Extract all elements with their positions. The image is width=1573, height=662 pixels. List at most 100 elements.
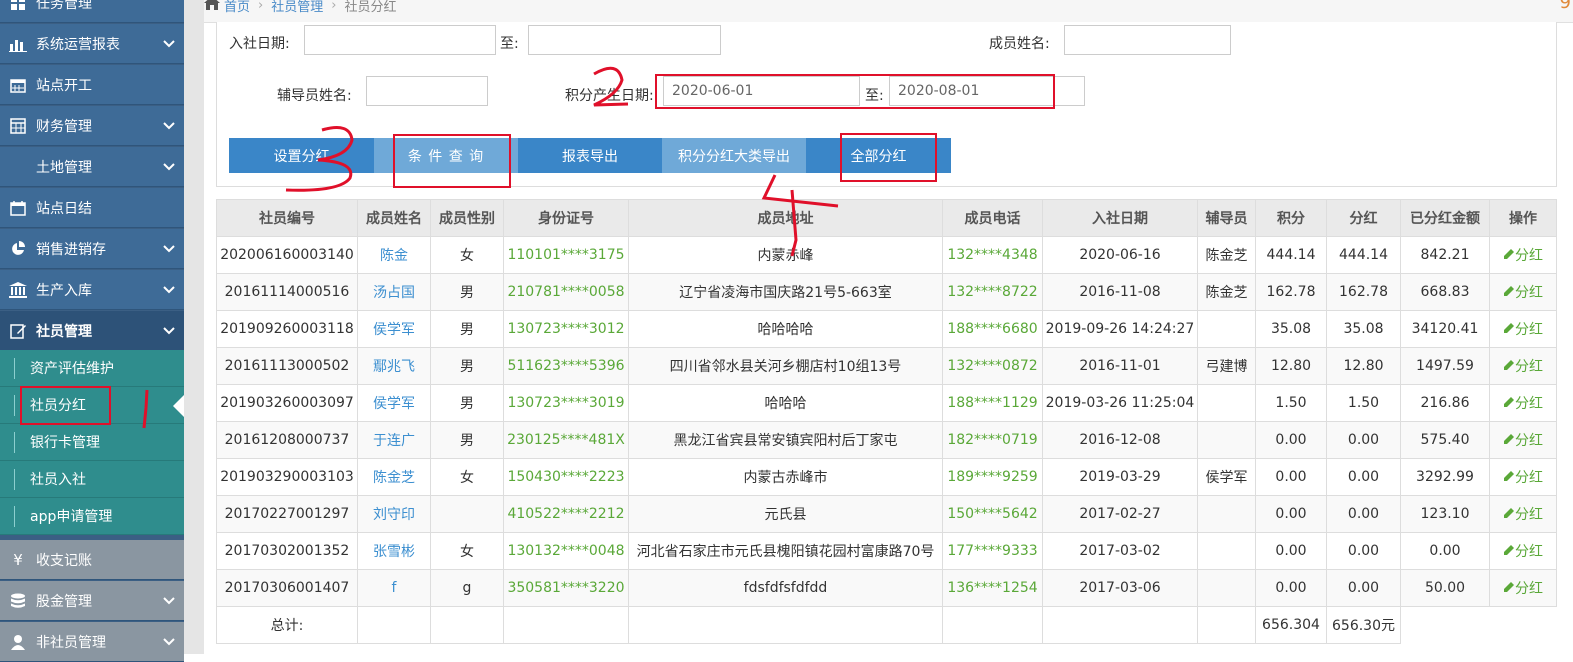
sidebar-item-label: 收支记账 bbox=[36, 552, 92, 569]
dividend-cell: 0.00 bbox=[1326, 458, 1401, 496]
breadcrumb-separator: › bbox=[331, 0, 337, 13]
sidebar-item-label: 系统运营报表 bbox=[36, 36, 120, 53]
dividend-action-link[interactable]: 分红 bbox=[1489, 310, 1557, 348]
member-id-cell: 20170302001352 bbox=[216, 532, 358, 570]
column-header: 成员性别 bbox=[430, 199, 504, 237]
member-name-link[interactable]: 于连广 bbox=[357, 421, 431, 459]
member-name-link[interactable]: 陈金 bbox=[357, 236, 431, 274]
dividend-cell: 0.00 bbox=[1326, 495, 1401, 533]
sidebar-item-label: 销售进销存 bbox=[36, 241, 106, 258]
member-name-link[interactable]: 陈金芝 bbox=[357, 458, 431, 496]
phone-cell: 132****4348 bbox=[942, 236, 1043, 274]
annotation-box-2 bbox=[655, 74, 1055, 109]
total-points: 656.304 bbox=[1255, 606, 1327, 644]
address-cell: 内蒙古赤峰市 bbox=[628, 458, 943, 496]
dividend-table: 社员编号 成员姓名 成员性别 身份证号 成员地址 成员电话 入社日期 辅导员 积分 分红 已分红金额… bbox=[216, 199, 1557, 644]
join-date-from-input[interactable] bbox=[304, 25, 496, 55]
tutor-cell: 弓建博 bbox=[1197, 347, 1256, 385]
sidebar-item-daily[interactable]: 站点日结 bbox=[0, 188, 184, 228]
paid-amount-cell: 3292.99 bbox=[1400, 458, 1490, 496]
dividend-action-link[interactable]: 分红 bbox=[1489, 421, 1557, 459]
tutor-cell bbox=[1197, 495, 1256, 533]
empty-cell bbox=[357, 606, 431, 644]
sidebar-item-task[interactable]: 任务管理 bbox=[0, 0, 184, 23]
column-header: 成员地址 bbox=[628, 199, 943, 237]
pencil-icon bbox=[1503, 248, 1515, 264]
sidebar-sub-item-label: app申请管理 bbox=[30, 509, 113, 525]
gender-cell: 男 bbox=[430, 273, 504, 311]
join-date-cell: 2016-11-01 bbox=[1042, 347, 1198, 385]
gender-cell: 女 bbox=[430, 458, 504, 496]
table-row: 20170306001407 f g 350581****3220 fdsfdfsfdf… bbox=[216, 569, 1557, 607]
phone-cell: 189****9259 bbox=[942, 458, 1043, 496]
member-name-link[interactable]: 鄢兆飞 bbox=[357, 347, 431, 385]
yen-icon: ¥ bbox=[13, 550, 23, 569]
sidebar-item-finance[interactable]: 财务管理 bbox=[0, 106, 184, 146]
sidebar-item-members[interactable]: 社员管理 bbox=[0, 311, 184, 351]
sidebar-item-shares[interactable]: 股金管理 bbox=[0, 581, 184, 621]
sidebar-sub-item-join[interactable]: 社员入社 bbox=[0, 461, 184, 498]
tutor-name-input[interactable] bbox=[366, 76, 488, 106]
dividend-action-link[interactable]: 分红 bbox=[1489, 495, 1557, 533]
tutor-cell bbox=[1197, 384, 1256, 422]
member-name-link[interactable]: 刘守印 bbox=[357, 495, 431, 533]
chevron-down-icon bbox=[154, 244, 184, 253]
dividend-action-link[interactable]: 分红 bbox=[1489, 384, 1557, 422]
dividend-action-link[interactable]: 分红 bbox=[1489, 273, 1557, 311]
join-date-to-input[interactable] bbox=[528, 25, 721, 55]
tutor-name-label: 辅导员姓名: bbox=[277, 88, 352, 104]
sidebar-item-nonmembers[interactable]: 非社员管理 bbox=[0, 622, 184, 662]
dividend-action-link[interactable]: 分红 bbox=[1489, 347, 1557, 385]
member-name-link[interactable]: 汤占国 bbox=[357, 273, 431, 311]
home-icon[interactable] bbox=[204, 0, 220, 14]
member-name-input[interactable] bbox=[1064, 25, 1231, 55]
sidebar-item-report[interactable]: 系统运营报表 bbox=[0, 24, 184, 64]
dividend-action-link[interactable]: 分红 bbox=[1489, 458, 1557, 496]
sidebar-item-label: 任务管理 bbox=[36, 0, 92, 12]
tutor-cell bbox=[1197, 569, 1256, 607]
sidebar-item-land[interactable]: 土地管理 bbox=[0, 147, 184, 187]
sidebar-sub-item-asset[interactable]: 资产评估维护 bbox=[0, 350, 184, 387]
address-cell: 四川省邻水县关河乡棚店村10组13号 bbox=[628, 347, 943, 385]
sidebar-sub-item-app[interactable]: app申请管理 bbox=[0, 498, 184, 535]
database-icon bbox=[0, 593, 36, 609]
sidebar-sub-item-bankcard[interactable]: 银行卡管理 bbox=[0, 424, 184, 461]
dividend-cell: 12.80 bbox=[1326, 347, 1401, 385]
sidebar-item-accounting[interactable]: ¥ 收支记账 bbox=[0, 540, 184, 580]
address-cell: 内蒙赤峰 bbox=[628, 236, 943, 274]
member-name-link[interactable]: 侯学军 bbox=[357, 310, 431, 348]
breadcrumb-home-link[interactable]: 首页 bbox=[224, 0, 250, 15]
dividend-action-link[interactable]: 分红 bbox=[1489, 569, 1557, 607]
dividend-cell: 444.14 bbox=[1326, 236, 1401, 274]
export-report-button[interactable]: 报表导出 bbox=[518, 138, 662, 173]
join-date-cell: 2017-02-27 bbox=[1042, 495, 1198, 533]
dividend-action-link[interactable]: 分红 bbox=[1489, 236, 1557, 274]
annotation-box-3 bbox=[393, 134, 511, 188]
member-name-link[interactable]: f bbox=[357, 569, 431, 607]
dividend-action-link[interactable]: 分红 bbox=[1489, 532, 1557, 570]
column-header: 社员编号 bbox=[216, 199, 358, 237]
sidebar-item-site-start[interactable]: 站点开工 bbox=[0, 65, 184, 105]
member-name-link[interactable]: 侯学军 bbox=[357, 384, 431, 422]
sidebar-item-sales[interactable]: 销售进销存 bbox=[0, 229, 184, 269]
pencil-icon bbox=[1503, 396, 1515, 412]
pencil-icon bbox=[1503, 470, 1515, 486]
chevron-down-icon bbox=[154, 39, 184, 48]
action-label: 分红 bbox=[1515, 322, 1543, 338]
empty-cell bbox=[1197, 606, 1256, 644]
member-name-link[interactable]: 张雪彬 bbox=[357, 532, 431, 570]
pencil-icon bbox=[1503, 507, 1515, 523]
id-number-cell: 350581****3220 bbox=[503, 569, 629, 607]
dividend-cell: 0.00 bbox=[1326, 569, 1401, 607]
member-id-cell: 202006160003140 bbox=[216, 236, 358, 274]
action-label: 分红 bbox=[1515, 581, 1543, 597]
annotation-box-1 bbox=[20, 386, 111, 425]
sidebar-item-production[interactable]: 生产入库 bbox=[0, 270, 184, 310]
breadcrumb-section-link[interactable]: 社员管理 bbox=[271, 0, 323, 15]
empty-cell bbox=[1042, 606, 1198, 644]
column-header: 已分红金额 bbox=[1400, 199, 1490, 237]
set-dividend-button[interactable]: 设置分红 bbox=[229, 138, 374, 173]
edit-icon bbox=[0, 323, 36, 339]
export-points-category-button[interactable]: 积分分红大类导出 bbox=[662, 138, 806, 173]
calendar-icon bbox=[0, 200, 36, 216]
